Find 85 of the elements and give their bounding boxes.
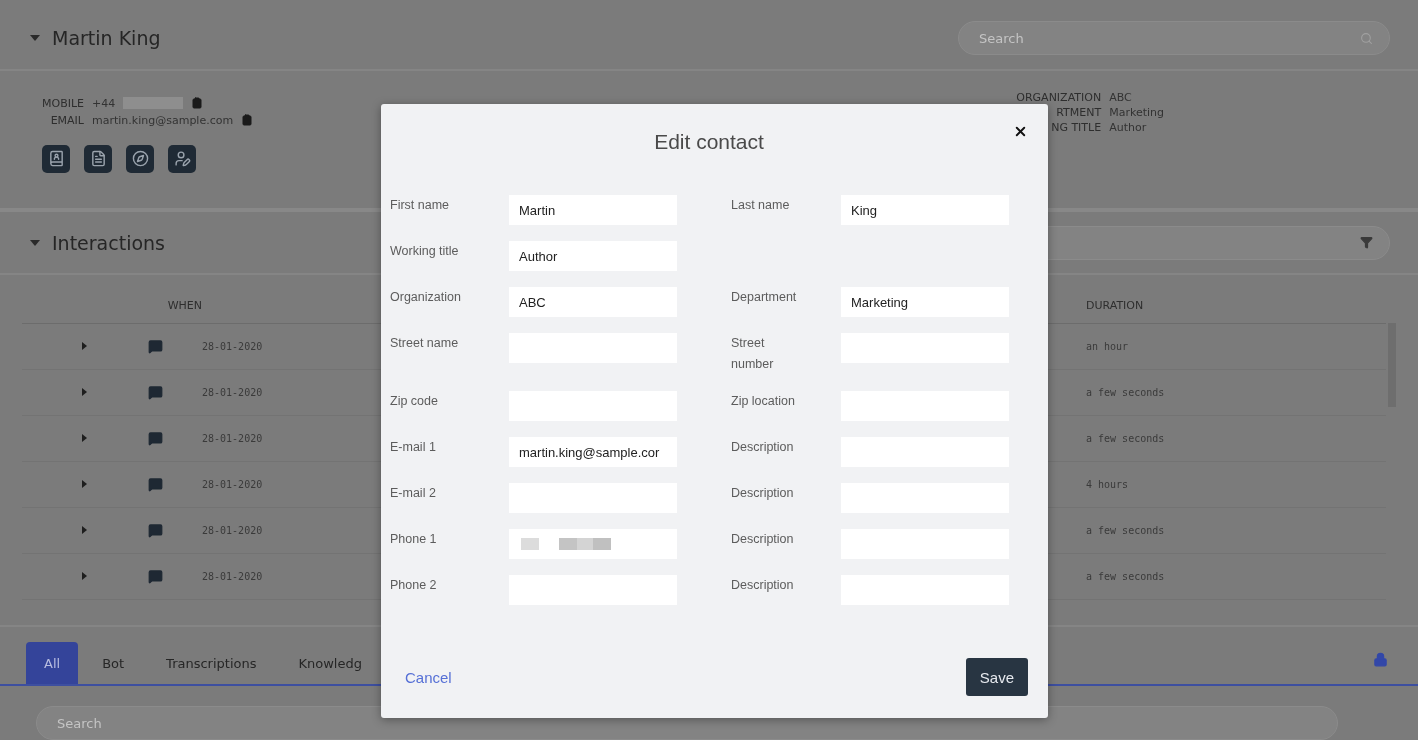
column-header: WHEN	[167, 299, 202, 313]
field-label: Description	[731, 439, 795, 456]
compass-button[interactable]	[126, 144, 154, 173]
field-label: First name	[390, 197, 451, 214]
clipboard-icon[interactable]	[191, 97, 204, 110]
detail-label: ORGANIZATION	[1016, 90, 1102, 104]
chat-icon	[148, 339, 163, 354]
tab[interactable]: Bot	[84, 642, 143, 684]
duration-cell: a few seconds	[1086, 525, 1165, 536]
cancel-link[interactable]: Cancel	[405, 668, 452, 686]
detail-value: +44	[92, 96, 116, 110]
document-button[interactable]	[84, 144, 112, 173]
chat-icon	[148, 431, 163, 446]
caret-icon[interactable]	[30, 35, 40, 42]
text-field[interactable]: King	[841, 195, 1009, 225]
column-header: DURATION	[1086, 299, 1145, 313]
date-cell: 28-01-2020	[202, 571, 263, 582]
detail-value: Marketing	[1109, 105, 1164, 119]
expand-icon[interactable]	[82, 526, 87, 535]
text-field[interactable]: Marketing	[841, 287, 1009, 317]
field-label: Street name	[390, 335, 460, 352]
field-label: Organization	[390, 289, 462, 306]
date-cell: 28-01-2020	[202, 341, 263, 352]
detail-label: EMAIL	[49, 113, 84, 127]
date-cell: 28-01-2020	[202, 479, 263, 490]
duration-cell: a few seconds	[1086, 387, 1165, 398]
text-field[interactable]: ABC	[509, 287, 677, 317]
detail-value: Author	[1109, 120, 1148, 134]
duration-cell: an hour	[1086, 341, 1129, 352]
date-cell: 28-01-2020	[202, 433, 263, 444]
field-label: Description	[731, 577, 795, 594]
document-icon	[89, 150, 107, 168]
field-label: Zip code	[390, 393, 439, 410]
lock-icon[interactable]	[1373, 652, 1388, 667]
text-field[interactable]: martin.king@sample.cor	[509, 437, 677, 467]
save-button[interactable]: Save	[965, 658, 1028, 696]
detail-label: NG TITLE	[1051, 120, 1102, 134]
text-field[interactable]	[509, 529, 677, 559]
close-button[interactable]	[1013, 124, 1028, 139]
tab[interactable]: Knowledg	[280, 642, 380, 684]
compass-icon	[131, 150, 149, 168]
user-pen-icon	[173, 150, 191, 168]
clipboard-icon[interactable]	[241, 114, 254, 127]
expand-icon[interactable]	[82, 342, 87, 351]
field-label: Last name	[731, 197, 791, 214]
dialog-title: Edit contact	[654, 130, 764, 155]
field-label: Zip location	[731, 393, 796, 410]
search-icon	[1360, 31, 1373, 45]
caret-icon[interactable]	[30, 239, 40, 246]
field-label: Department	[731, 289, 798, 306]
expand-icon[interactable]	[82, 388, 87, 397]
tab[interactable]: Transcriptions	[148, 642, 275, 684]
field-label: Working title	[390, 243, 460, 260]
contact-book-button[interactable]	[42, 144, 70, 173]
field-label: Description	[731, 485, 795, 502]
field-label: Phone 1	[390, 531, 438, 548]
chat-icon	[148, 477, 163, 492]
filter-icon[interactable]	[1360, 236, 1373, 249]
field-label: Street number	[731, 335, 775, 373]
detail-value: ABC	[1109, 90, 1133, 104]
date-cell: 28-01-2020	[202, 525, 263, 536]
chat-icon	[148, 523, 163, 538]
text-field[interactable]: Author	[509, 241, 677, 271]
text-field[interactable]: Martin	[509, 195, 677, 225]
user-edit-button[interactable]	[168, 144, 196, 173]
contact-book-icon	[47, 150, 65, 168]
detail-value: martin.king@sample.com	[92, 113, 234, 127]
duration-cell: a few seconds	[1086, 571, 1165, 582]
duration-cell: 4 hours	[1086, 479, 1129, 490]
chat-icon	[148, 569, 163, 584]
detail-label: RTMENT	[1056, 105, 1102, 119]
expand-icon[interactable]	[82, 572, 87, 581]
section-title: Interactions	[52, 231, 165, 254]
duration-cell: a few seconds	[1086, 433, 1165, 444]
expand-icon[interactable]	[82, 434, 87, 443]
detail-label: MOBILE	[42, 96, 84, 110]
chat-icon	[148, 385, 163, 400]
date-cell: 28-01-2020	[202, 387, 263, 398]
field-label: E-mail 2	[390, 485, 437, 502]
contact-name: Martin King	[52, 27, 161, 50]
expand-icon[interactable]	[82, 480, 87, 489]
field-label: E-mail 1	[390, 439, 437, 456]
tab[interactable]: All	[26, 642, 79, 684]
field-label: Description	[731, 531, 795, 548]
field-label: Phone 2	[390, 577, 438, 594]
